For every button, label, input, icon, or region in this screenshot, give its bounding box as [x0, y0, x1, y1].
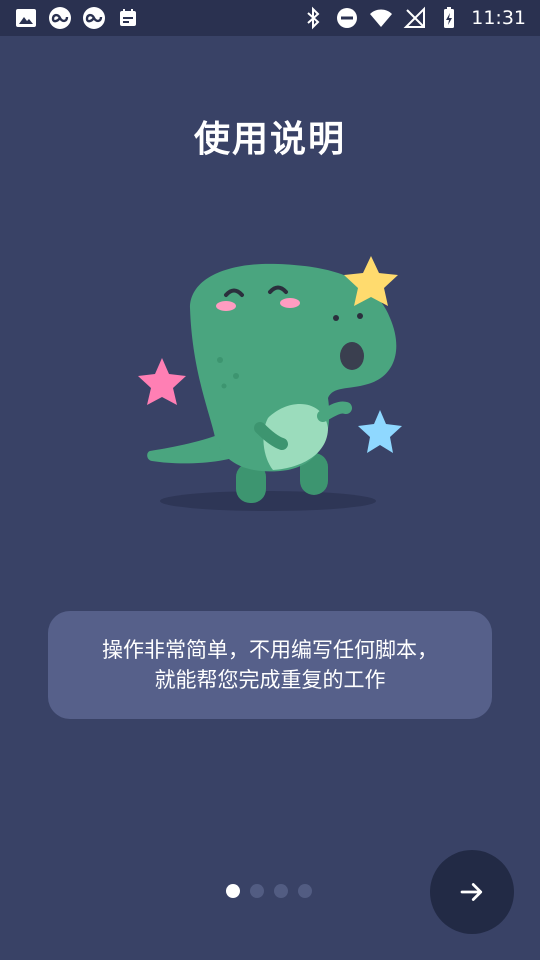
page-dot-2[interactable]: [250, 884, 264, 898]
dinosaur-illustration: [138, 256, 402, 511]
intro-text-line-2: 就能帮您完成重复的工作: [154, 668, 386, 692]
no-signal-icon: [403, 6, 426, 28]
battery-charging-icon: [444, 7, 455, 28]
image-icon: [16, 9, 36, 27]
intro-text-line-1: 操作非常简单，不用编写任何脚本，: [102, 638, 438, 662]
page-indicator: [226, 884, 312, 898]
do-not-disturb-icon: [337, 8, 358, 28]
infinity-app-icon: [83, 7, 105, 29]
wifi-icon: [370, 9, 393, 27]
calendar-icon: [120, 9, 136, 26]
page-title: 使用说明: [193, 119, 346, 160]
status-bar: 11:31: [0, 0, 540, 36]
page-dot-4[interactable]: [298, 884, 312, 898]
next-button[interactable]: [430, 850, 514, 934]
intro-card: 操作非常简单，不用编写任何脚本， 就能帮您完成重复的工作: [48, 611, 492, 719]
page-dot-1[interactable]: [226, 884, 240, 898]
page-dot-3[interactable]: [274, 884, 288, 898]
infinity-app-icon: [49, 7, 71, 29]
arrow-right-icon: [460, 883, 483, 901]
bluetooth-icon: [307, 6, 320, 30]
clock-time: 11:31: [471, 7, 526, 29]
